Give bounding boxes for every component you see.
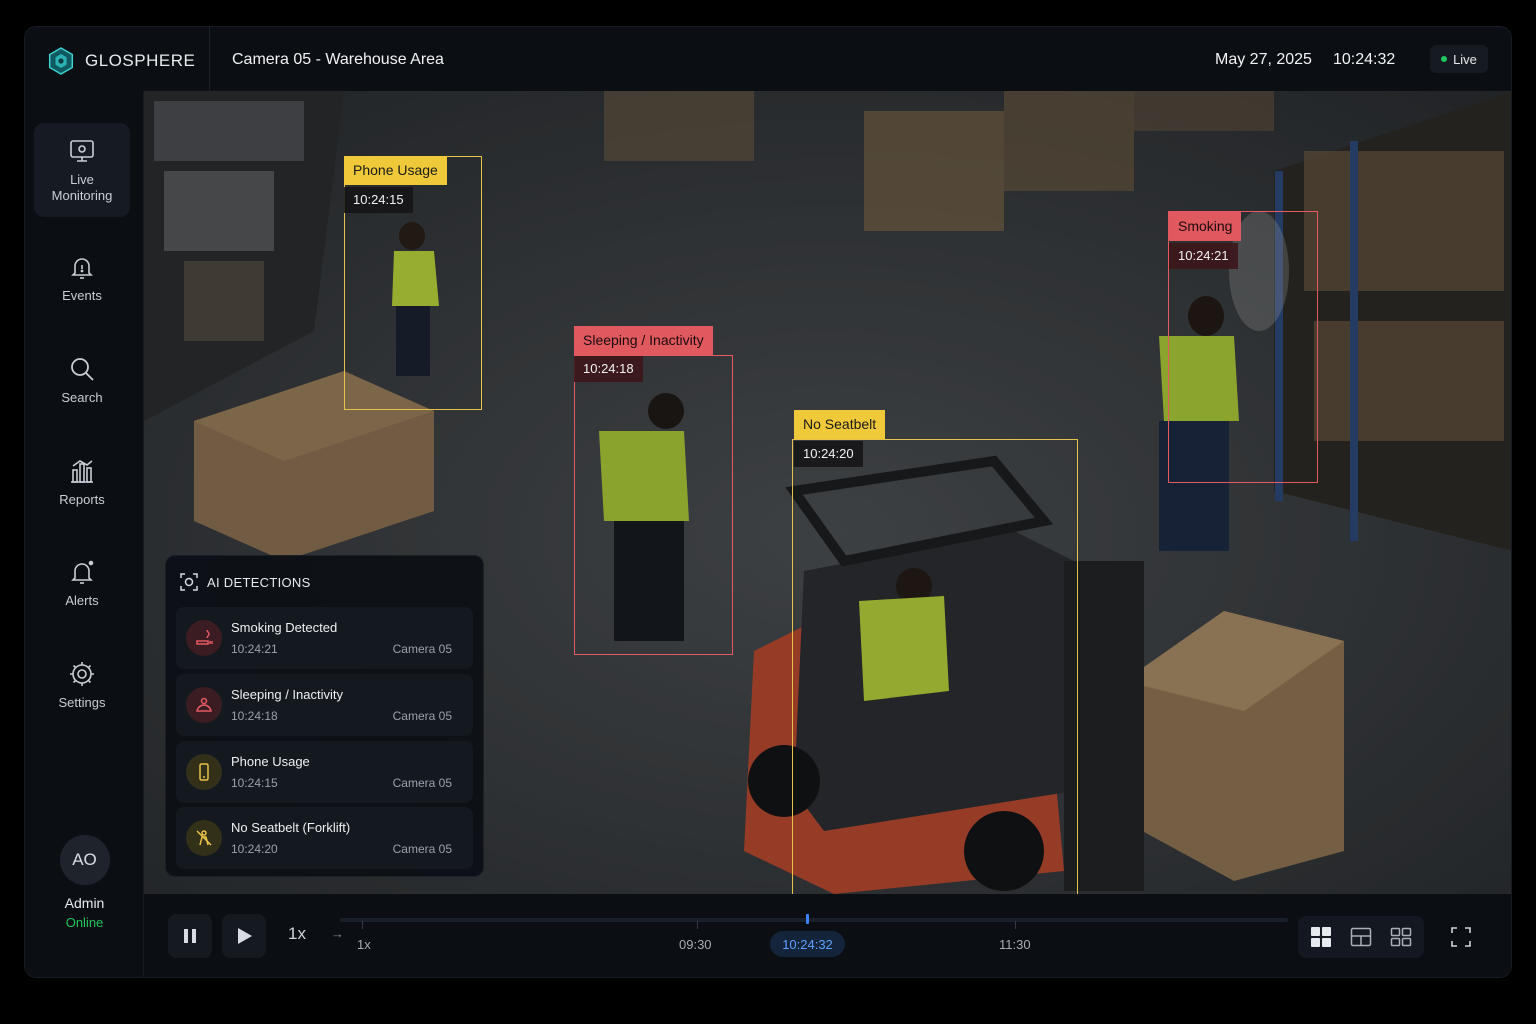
sidebar-item-label: Alerts [65,593,99,608]
sidebar-item-label: Search [61,390,103,405]
play-icon [238,928,252,944]
detection-item[interactable]: No Seatbelt (Forklift) 10:24:20 Camera 0… [176,807,473,869]
detection-camera: Camera 05 [392,842,452,856]
pause-button[interactable] [168,914,212,958]
timeline-tick [362,921,363,929]
play-button[interactable] [222,914,266,958]
ai-detections-panel: AI DETECTIONS Smoking Detected 10:24:21 … [165,555,484,877]
phone-icon [186,754,222,790]
detection-camera: Camera 05 [392,642,452,656]
timeline-tick [697,921,698,929]
detection-title: No Seatbelt (Forklift) [231,820,351,835]
sidebar-item-label: Settings [58,695,106,710]
panel-header: AI DETECTIONS [180,573,311,591]
layout-grid-2x2-button[interactable] [1306,922,1336,952]
detection-time: 10:24:18 [231,709,278,723]
speed-button[interactable]: 1x [288,924,306,944]
grid-2x2-icon [1311,927,1331,947]
detection-tag-no-seatbelt: No Seatbelt [794,410,886,439]
brand-name: GLOSPHERE [85,51,196,70]
timeline-tick [1015,921,1016,929]
user-profile[interactable]: AO Admin Online [25,835,144,930]
sidebar-item-live-monitoring[interactable]: Live Monitoring [34,123,130,217]
detection-item[interactable]: Smoking Detected 10:24:21 Camera 05 [176,607,473,669]
sidebar-item-reports[interactable]: Reports [34,435,130,529]
timeline-playhead[interactable] [806,914,809,924]
monitor-icon [70,140,94,162]
arrow-right-icon: → [331,926,344,941]
sleeping-icon [186,687,222,723]
bell-icon [71,258,93,279]
sidebar: Live Monitoring Events Search Reports Ale… [25,91,144,977]
panel-title: AI DETECTIONS [207,574,311,590]
live-label: Live [1453,51,1477,67]
detection-title: Phone Usage [231,754,310,769]
detection-camera: Camera 05 [392,776,452,790]
detection-camera: Camera 05 [392,709,452,723]
fullscreen-icon [1451,927,1471,947]
detection-time-smoking: 10:24:21 [1169,243,1238,269]
user-name: Admin [64,895,105,911]
detection-tag-phone-usage: Phone Usage [344,156,447,185]
app-window: GLOSPHERE Camera 05 - Warehouse Area May… [24,26,1512,978]
brand[interactable]: GLOSPHERE [47,47,195,75]
speed-label: 1x [357,937,371,952]
chart-icon [71,460,93,483]
detection-title: Sleeping / Inactivity [231,687,344,702]
sidebar-item-search[interactable]: Search [34,333,130,427]
smoking-icon [186,620,222,656]
detection-item[interactable]: Phone Usage 10:24:15 Camera 05 [176,741,473,803]
detection-item[interactable]: Sleeping / Inactivity 10:24:18 Camera 05 [176,674,473,736]
user-status: Online [65,915,104,930]
divider [209,27,210,91]
timeline-label: 11:30 [999,937,1031,952]
alert-bell-icon [71,560,94,584]
timeline-current-time: 10:24:32 [770,931,845,957]
top-bar: GLOSPHERE Camera 05 - Warehouse Area May… [25,27,1511,91]
avatar[interactable]: AO [59,835,110,885]
gear-icon [70,662,94,686]
sidebar-item-events[interactable]: Events [34,231,130,325]
pause-icon [184,929,196,943]
detection-box-no-seatbelt[interactable] [792,439,1078,894]
layout-grid-outline-button[interactable] [1386,922,1416,952]
current-date: May 27, 2025 [1215,51,1312,68]
sidebar-item-label: Events [62,288,102,303]
hexagon-logo-icon [48,47,74,75]
camera-title: Camera 05 - Warehouse Area [232,51,444,68]
detection-time-no-seatbelt: 10:24:20 [794,441,863,467]
detection-tag-sleeping: Sleeping / Inactivity [574,326,713,355]
detection-time-phone-usage: 10:24:15 [344,187,413,213]
layout-split-button[interactable] [1346,922,1376,952]
ai-scan-icon [180,573,198,591]
sidebar-item-alerts[interactable]: Alerts [34,536,130,630]
search-icon [71,358,94,381]
live-badge[interactable]: Live [1430,45,1488,73]
timeline-label: 09:30 [679,937,712,952]
sidebar-item-settings[interactable]: Settings [34,638,130,732]
current-time: 10:24:32 [1333,51,1396,68]
detection-box-sleeping[interactable] [574,355,733,655]
timeline-track[interactable] [340,918,1288,922]
seatbelt-icon [186,820,222,856]
detection-time-sleeping: 10:24:18 [574,356,643,382]
detection-tag-smoking: Smoking [1169,212,1242,241]
fullscreen-button[interactable] [1448,924,1474,950]
live-dot-icon [1441,56,1448,62]
layout-split-icon [1350,927,1372,947]
detection-time: 10:24:15 [231,776,278,790]
detection-time: 10:24:21 [231,642,278,656]
layout-switcher [1298,916,1424,958]
detection-time: 10:24:20 [231,842,278,856]
sidebar-item-label: Reports [59,492,105,507]
grid-outline-icon [1390,927,1412,947]
sidebar-item-label: Live Monitoring [51,172,113,203]
playback-controls: 1x → 1x 09:30 11:30 10:24:32 [144,894,1511,977]
detection-title: Smoking Detected [231,620,338,635]
